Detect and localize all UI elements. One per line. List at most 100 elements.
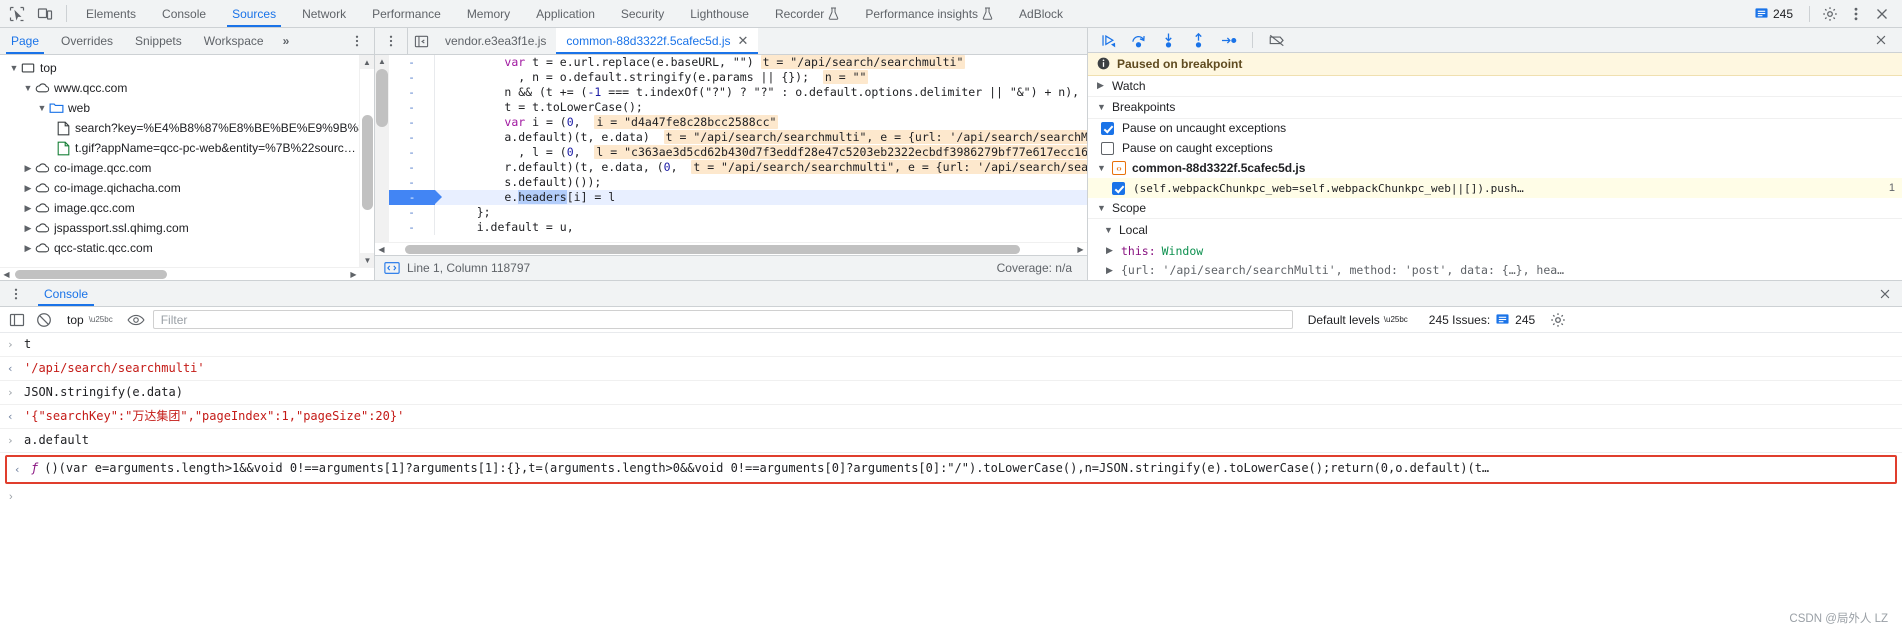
tab-network[interactable]: Network bbox=[289, 0, 359, 27]
nav-tab-overrides[interactable]: Overrides bbox=[50, 28, 124, 54]
editor-horizontal-scrollbar[interactable]: ◀ ▶ bbox=[375, 242, 1087, 255]
pause-on-caught-exceptions-row[interactable]: Pause on caught exceptions bbox=[1088, 138, 1902, 158]
chevron-down-icon[interactable]: ▼ bbox=[1097, 163, 1106, 173]
code-line[interactable]: - var i = (0, i = "d4a47fe8c28bcc2588cc" bbox=[389, 115, 1087, 130]
drawer-more-options-button[interactable] bbox=[0, 281, 32, 306]
device-toolbar-icon[interactable] bbox=[36, 5, 54, 23]
tree-item-co-image-qichacha-com[interactable]: ▶ co-image.qichacha.com bbox=[0, 178, 374, 198]
nav-tab-snippets[interactable]: Snippets bbox=[124, 28, 193, 54]
line-gutter[interactable]: - bbox=[389, 145, 435, 160]
twisty-icon[interactable]: ▼ bbox=[22, 83, 34, 93]
tree-item-search-document[interactable]: search?key=%E4%B8%87%E8%BE%BE%E9%9B%86… bbox=[0, 118, 374, 138]
tree-item-jspassport-ssl-qhimg-com[interactable]: ▶ jspassport.ssl.qhimg.com bbox=[0, 218, 374, 238]
scrollbar-thumb[interactable] bbox=[362, 115, 373, 210]
pause-uncaught-checkbox[interactable] bbox=[1101, 121, 1114, 135]
breakpoint-entry[interactable]: (self.webpackChunkpc_web=self.webpackChu… bbox=[1088, 178, 1902, 198]
console-prompt-row[interactable]: › bbox=[0, 486, 1902, 509]
code-line[interactable]: - , l = (0, l = "c363ae3d5cd62b430d7f3ed… bbox=[389, 145, 1087, 160]
tab-console[interactable]: Console bbox=[149, 0, 219, 27]
console-filter-input[interactable]: Filter bbox=[152, 310, 1293, 329]
console-sidebar-toggle-button[interactable] bbox=[7, 310, 27, 330]
line-gutter[interactable]: - bbox=[389, 175, 435, 190]
tab-memory[interactable]: Memory bbox=[454, 0, 523, 27]
tree-item-top[interactable]: ▼ top bbox=[0, 58, 374, 78]
scope-local-header[interactable]: ▼ Local bbox=[1088, 219, 1902, 240]
nav-tab-page[interactable]: Page bbox=[0, 28, 50, 54]
tree-item-www-qcc-com[interactable]: ▼ www.qcc.com bbox=[0, 78, 374, 98]
page-file-tree[interactable]: ▼ top ▼ www.qcc.com ▼ web search?key=%E4… bbox=[0, 55, 374, 267]
console-context-selector[interactable]: top \u25bc bbox=[61, 310, 119, 330]
execution-line-gutter[interactable]: - bbox=[389, 190, 442, 205]
scrollbar-thumb[interactable] bbox=[405, 245, 1020, 254]
twisty-icon[interactable]: ▼ bbox=[36, 103, 48, 113]
line-gutter[interactable]: - bbox=[389, 115, 435, 130]
breakpoint-enabled-checkbox[interactable] bbox=[1112, 181, 1125, 195]
show-navigator-button[interactable] bbox=[407, 28, 435, 54]
line-gutter[interactable]: - bbox=[389, 70, 435, 85]
tree-item-co-image-qcc-com[interactable]: ▶ co-image.qcc.com bbox=[0, 158, 374, 178]
step-into-next-function-call-button[interactable] bbox=[1156, 29, 1181, 51]
console-output-row[interactable]: ‹ '{"searchKey":"万达集团","pageIndex":1,"pa… bbox=[0, 405, 1902, 429]
code-line[interactable]: - }; bbox=[389, 205, 1087, 220]
console-input-row[interactable]: › a.default bbox=[0, 429, 1902, 453]
navigator-more-options-button[interactable] bbox=[340, 28, 374, 54]
scrollbar-thumb[interactable] bbox=[15, 270, 167, 279]
close-debugger-sidebar-button[interactable] bbox=[1868, 33, 1894, 47]
code-line[interactable]: - t = t.toLowerCase(); bbox=[389, 100, 1087, 115]
format-braces-icon[interactable] bbox=[384, 260, 400, 276]
code-line[interactable]: - n && (t += (-1 === t.indexOf("?") ? "?… bbox=[389, 85, 1087, 100]
code-line[interactable]: - var t = e.url.replace(e.baseURL, "") t… bbox=[389, 55, 1087, 70]
step-button[interactable] bbox=[1216, 29, 1241, 51]
console-issues-button[interactable]: 245 Issues: 245 bbox=[1423, 313, 1541, 327]
tree-item-image-qcc-com[interactable]: ▶ image.qcc.com bbox=[0, 198, 374, 218]
navigator-vertical-scrollbar[interactable]: ▲ ▼ bbox=[359, 55, 374, 267]
chevron-right-icon[interactable]: ▶ bbox=[1106, 265, 1115, 276]
watch-section-header[interactable]: ▶ Watch bbox=[1088, 76, 1902, 98]
breakpoints-section-header[interactable]: ▼ Breakpoints bbox=[1088, 97, 1902, 119]
settings-button[interactable] bbox=[1818, 2, 1842, 26]
console-live-expression-button[interactable] bbox=[126, 310, 146, 330]
console-output-row[interactable]: ‹ '/api/search/searchmulti' bbox=[0, 357, 1902, 381]
close-icon[interactable]: ✕ bbox=[738, 33, 749, 49]
tab-lighthouse[interactable]: Lighthouse bbox=[677, 0, 762, 27]
scroll-right-arrow-icon[interactable]: ▶ bbox=[347, 268, 360, 281]
pause-on-uncaught-exceptions-row[interactable]: Pause on uncaught exceptions bbox=[1088, 119, 1902, 139]
tab-performance[interactable]: Performance bbox=[359, 0, 454, 27]
console-input-row[interactable]: › JSON.stringify(e.data) bbox=[0, 381, 1902, 405]
code-line[interactable]: - r.default)(t, e.data, (0, t = "/api/se… bbox=[389, 160, 1087, 175]
clear-console-button[interactable] bbox=[34, 310, 54, 330]
scope-variable-this[interactable]: ▶ this: Window bbox=[1088, 241, 1902, 261]
console-input-row[interactable]: › t bbox=[0, 333, 1902, 357]
nav-more-tabs-button[interactable]: » bbox=[275, 28, 298, 54]
tree-item-tgif-document[interactable]: t.gif?appName=qcc-pc-web&entity=%7B%22so… bbox=[0, 138, 374, 158]
tab-recorder[interactable]: Recorder bbox=[762, 0, 852, 27]
scroll-up-arrow-icon[interactable]: ▲ bbox=[360, 55, 374, 69]
close-devtools-button[interactable] bbox=[1870, 2, 1894, 26]
scroll-up-arrow-icon[interactable]: ▲ bbox=[375, 55, 389, 68]
scroll-left-arrow-icon[interactable]: ◀ bbox=[0, 268, 13, 281]
step-out-of-current-function-button[interactable] bbox=[1186, 29, 1211, 51]
scope-section-header[interactable]: ▼ Scope bbox=[1088, 198, 1902, 220]
twisty-icon[interactable]: ▶ bbox=[22, 203, 34, 214]
tab-security[interactable]: Security bbox=[608, 0, 677, 27]
code-line[interactable]: - s.default)()); bbox=[389, 175, 1087, 190]
close-drawer-button[interactable] bbox=[1868, 281, 1902, 306]
scroll-down-arrow-icon[interactable]: ▼ bbox=[360, 253, 374, 267]
tab-performance-insights[interactable]: Performance insights bbox=[852, 0, 1006, 27]
code-editor[interactable]: ▲ - var t = e.url.replace(e.baseURL, "")… bbox=[375, 55, 1087, 242]
tab-elements[interactable]: Elements bbox=[73, 0, 149, 27]
console-log-levels-selector[interactable]: Default levels \u25bc bbox=[1300, 313, 1416, 327]
scroll-right-arrow-icon[interactable]: ▶ bbox=[1074, 243, 1087, 256]
tree-item-web[interactable]: ▼ web bbox=[0, 98, 374, 118]
twisty-icon[interactable]: ▶ bbox=[22, 163, 34, 174]
console-message-list[interactable]: › t ‹ '/api/search/searchmulti' › JSON.s… bbox=[0, 333, 1902, 632]
nav-tab-workspace[interactable]: Workspace bbox=[193, 28, 275, 54]
editor-tab-common[interactable]: common-88d3322f.5cafec5d.js ✕ bbox=[556, 28, 759, 54]
line-gutter[interactable]: - bbox=[389, 220, 435, 235]
navigator-horizontal-scrollbar[interactable]: ◀ ▶ bbox=[0, 267, 374, 280]
line-gutter[interactable]: - bbox=[389, 85, 435, 100]
tab-adblock[interactable]: AdBlock bbox=[1006, 0, 1076, 27]
line-gutter[interactable]: - bbox=[389, 130, 435, 145]
line-gutter[interactable]: - bbox=[389, 100, 435, 115]
code-line[interactable]: - a.default)(t, e.data) t = "/api/search… bbox=[389, 130, 1087, 145]
